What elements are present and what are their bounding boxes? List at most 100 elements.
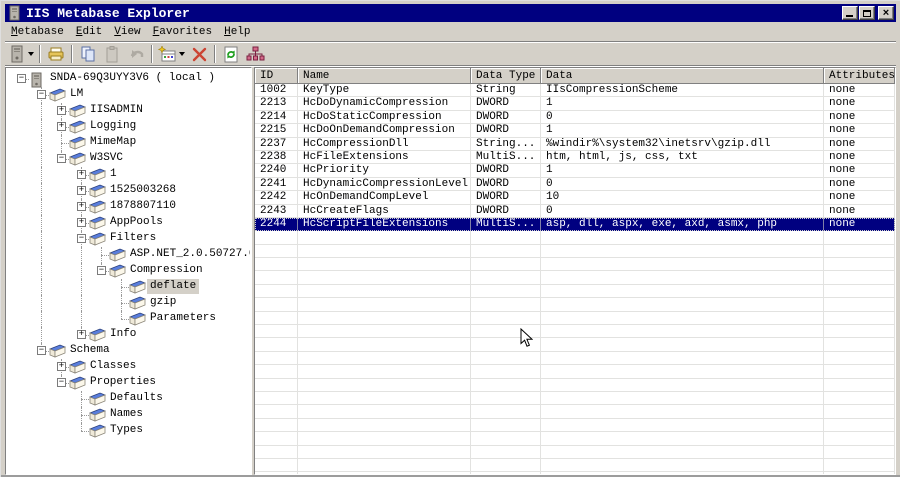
- toolbar-button-delete[interactable]: [187, 43, 211, 65]
- tree-item-compression[interactable]: − Compression: [9, 263, 250, 279]
- tree-item-label[interactable]: Names: [107, 407, 146, 422]
- tree-item-label[interactable]: Info: [107, 327, 139, 342]
- collapse-toggle[interactable]: −: [37, 90, 46, 99]
- tree-item-logging[interactable]: + Logging: [9, 119, 250, 135]
- tree-item-snda-69q3uyy3v6-local[interactable]: − SNDA-69Q3UYY3V6 ( local ): [9, 71, 250, 88]
- tree-item-lm[interactable]: − LM: [9, 87, 250, 103]
- table-row[interactable]: 2243 HcCreateFlags DWORD 0 none: [255, 204, 895, 218]
- tree-item-schema[interactable]: − Schema: [9, 343, 250, 359]
- column-header-data[interactable]: Data: [541, 68, 824, 84]
- toolbar-button-connect-server[interactable]: [7, 43, 36, 65]
- tree-item-label[interactable]: W3SVC: [87, 151, 126, 166]
- collapse-toggle[interactable]: −: [37, 346, 46, 355]
- close-button[interactable]: ×: [878, 6, 894, 20]
- tree-item-label[interactable]: AppPools: [107, 215, 166, 230]
- tree-item-label[interactable]: SNDA-69Q3UYY3V6 ( local ): [47, 71, 218, 86]
- tree-item-deflate[interactable]: deflate: [9, 279, 250, 295]
- tree-item-label[interactable]: gzip: [147, 295, 179, 310]
- toolbar-button-undo[interactable]: [124, 43, 148, 65]
- tree-item-label[interactable]: LM: [67, 87, 86, 102]
- tree-item-label[interactable]: IISADMIN: [87, 103, 146, 118]
- menu-item-help[interactable]: Help: [218, 24, 256, 40]
- menu-item-view[interactable]: View: [108, 24, 146, 40]
- table-row[interactable]: 2241 HcDynamicCompressionLevel DWORD 0 none: [255, 177, 895, 192]
- tree-item-1525003268[interactable]: +1525003268: [9, 183, 250, 199]
- table-row[interactable]: 2215 HcDoOnDemandCompression DWORD 1 none: [255, 124, 895, 138]
- table-row[interactable]: 2242 HcOnDemandCompLevel DWORD 10 none: [255, 191, 895, 205]
- column-header-data-type[interactable]: Data Type: [471, 68, 541, 84]
- maximize-button[interactable]: [859, 6, 875, 20]
- tree-item-properties[interactable]: − Properties: [9, 375, 250, 391]
- tree-item-parameters[interactable]: Parameters: [9, 311, 250, 327]
- expand-toggle[interactable]: +: [77, 218, 86, 227]
- tree-item-label[interactable]: Compression: [127, 263, 206, 278]
- tree-item-label[interactable]: Defaults: [107, 391, 166, 406]
- table-row[interactable]: 2237 HcCompressionDll String... %windir%\sy…: [255, 137, 895, 151]
- cell-id: 2243: [255, 204, 298, 218]
- collapse-toggle[interactable]: −: [77, 234, 86, 243]
- tree-item-label[interactable]: Logging: [87, 119, 139, 134]
- toolbar-button-new-key[interactable]: [156, 43, 187, 65]
- tree-item-label[interactable]: Parameters: [147, 311, 219, 326]
- tree-item-1878807110[interactable]: +1878807110: [9, 199, 250, 215]
- tree-item-w3svc[interactable]: − W3SVC: [9, 151, 250, 167]
- collapse-toggle[interactable]: −: [57, 154, 66, 163]
- column-header-id[interactable]: ID: [255, 68, 298, 84]
- toolbar-button-paste[interactable]: [100, 43, 124, 65]
- tree-guide-line: [41, 247, 42, 263]
- table-row[interactable]: 2240 HcPriority DWORD 1 none: [255, 164, 895, 178]
- collapse-toggle[interactable]: −: [17, 74, 26, 83]
- table-row[interactable]: 2213 HcDoDynamicCompression DWORD 1 none: [255, 97, 895, 111]
- tree-item-classes[interactable]: + Classes: [9, 359, 250, 375]
- tree-item-label[interactable]: deflate: [147, 279, 200, 294]
- table-row[interactable]: 1002 KeyType String IIsCompressionScheme non…: [255, 84, 895, 98]
- collapse-toggle[interactable]: −: [57, 378, 66, 387]
- dropdown-arrow-icon[interactable]: [179, 52, 185, 56]
- expand-toggle[interactable]: +: [77, 202, 86, 211]
- tree-item-label[interactable]: Filters: [107, 231, 159, 246]
- tree-item-filters[interactable]: − Filters: [9, 231, 250, 247]
- expand-toggle[interactable]: +: [77, 170, 86, 179]
- tree-item-label[interactable]: Properties: [87, 375, 159, 390]
- tree-item-info[interactable]: + Info: [9, 327, 250, 343]
- menu-item-edit[interactable]: Edit: [70, 24, 108, 40]
- tree-item-apppools[interactable]: + AppPools: [9, 215, 250, 231]
- tree-item-label[interactable]: 1: [107, 167, 120, 182]
- tree-item-asp-net-2-0-50727-0[interactable]: ASP.NET_2.0.50727.0: [9, 247, 250, 263]
- menu-item-favorites[interactable]: Favorites: [147, 24, 218, 40]
- tree-item-label[interactable]: ASP.NET_2.0.50727.0: [127, 247, 250, 262]
- toolbar-button-refresh[interactable]: [219, 43, 243, 65]
- tree-item-1[interactable]: +1: [9, 167, 250, 183]
- expand-toggle[interactable]: +: [57, 362, 66, 371]
- table-row[interactable]: 2214 HcDoStaticCompression DWORD 0 none: [255, 110, 895, 125]
- tree-item-gzip[interactable]: gzip: [9, 295, 250, 311]
- menu-item-metabase[interactable]: Metabase: [5, 24, 70, 40]
- tree-item-types[interactable]: Types: [9, 423, 250, 439]
- tree-item-label[interactable]: Schema: [67, 343, 113, 358]
- toolbar-button-hierarchy[interactable]: [243, 43, 267, 65]
- dropdown-arrow-icon[interactable]: [28, 52, 34, 56]
- tree-item-label[interactable]: Types: [107, 423, 146, 438]
- tree-guide-line: [41, 135, 42, 151]
- toolbar-button-printer[interactable]: [44, 43, 68, 65]
- tree-item-label[interactable]: 1878807110: [107, 199, 179, 214]
- column-header-name[interactable]: Name: [298, 68, 471, 84]
- tree-guide-line: [81, 423, 82, 431]
- column-header-attributes[interactable]: Attributes: [824, 68, 895, 84]
- tree-item-names[interactable]: Names: [9, 407, 250, 423]
- tree-item-defaults[interactable]: Defaults: [9, 391, 250, 407]
- table-row[interactable]: 2244 HcScriptFileExtensions MultiS... asp, …: [255, 217, 895, 232]
- collapse-toggle[interactable]: −: [97, 266, 106, 275]
- toolbar-button-copy[interactable]: [76, 43, 100, 65]
- expand-toggle[interactable]: +: [77, 330, 86, 339]
- expand-toggle[interactable]: +: [77, 186, 86, 195]
- expand-toggle[interactable]: +: [57, 106, 66, 115]
- tree-item-label[interactable]: Classes: [87, 359, 139, 374]
- tree-item-label[interactable]: 1525003268: [107, 183, 179, 198]
- minimize-button[interactable]: [842, 6, 858, 20]
- tree-item-label[interactable]: MimeMap: [87, 135, 139, 150]
- table-row[interactable]: 2238 HcFileExtensions MultiS... htm, html, …: [255, 150, 895, 165]
- tree-item-mimemap[interactable]: MimeMap: [9, 135, 250, 151]
- tree-item-iisadmin[interactable]: + IISADMIN: [9, 103, 250, 119]
- expand-toggle[interactable]: +: [57, 122, 66, 131]
